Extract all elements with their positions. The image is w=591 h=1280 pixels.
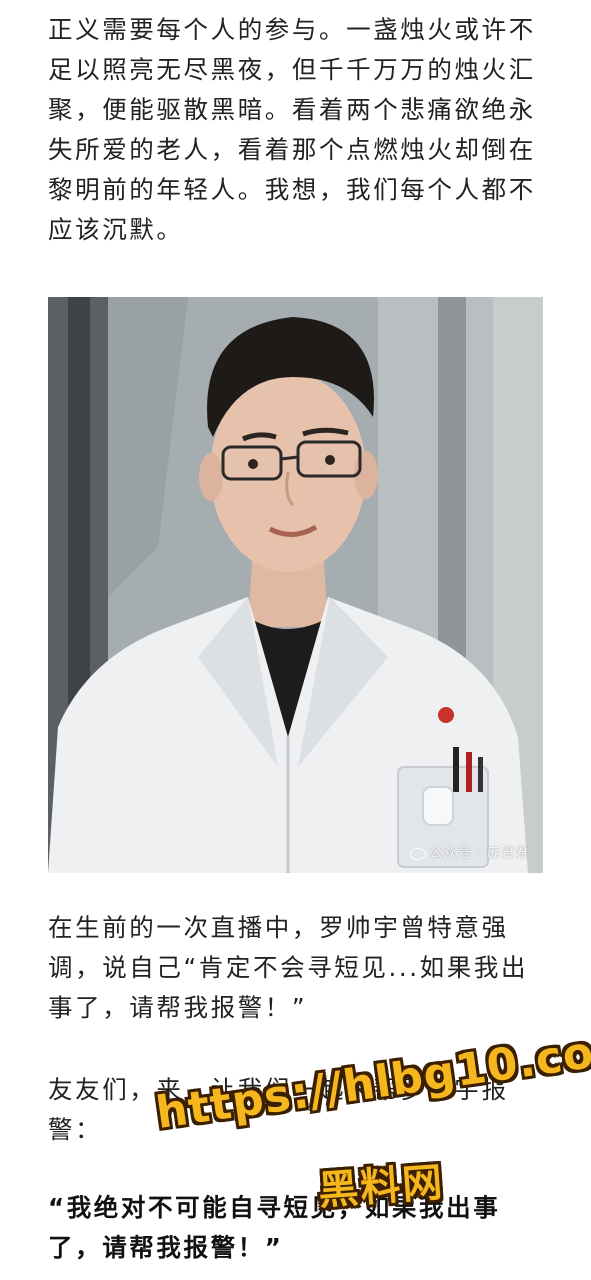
article-photo[interactable]: 公众号 · 庞君君 [48,297,543,873]
article-body: 正义需要每个人的参与。一盏烛火或许不足以照亮无尽黑夜，但千千万万的烛火汇聚，便能… [0,0,591,1280]
wechat-icon [409,847,426,860]
photo-watermark-text: 公众号 · 庞君君 [429,846,529,861]
article-paragraph: 在生前的一次直播中，罗帅宇曾特意强调，说自己“肯定不会寻短见...如果我出事了，… [48,913,529,1022]
doctor-portrait-image [48,297,543,873]
article-quote: “我绝对不可能自寻短见，如果我出事了，请帮我报警！” [48,1193,501,1262]
photo-watermark: 公众号 · 庞君君 [409,842,529,861]
article-paragraph: 正义需要每个人的参与。一盏烛火或许不足以照亮无尽黑夜，但千千万万的烛火汇聚，便能… [48,15,536,244]
article-paragraph: 友友们，来，让我们一起来帮罗帅宇报警： [48,1075,509,1144]
